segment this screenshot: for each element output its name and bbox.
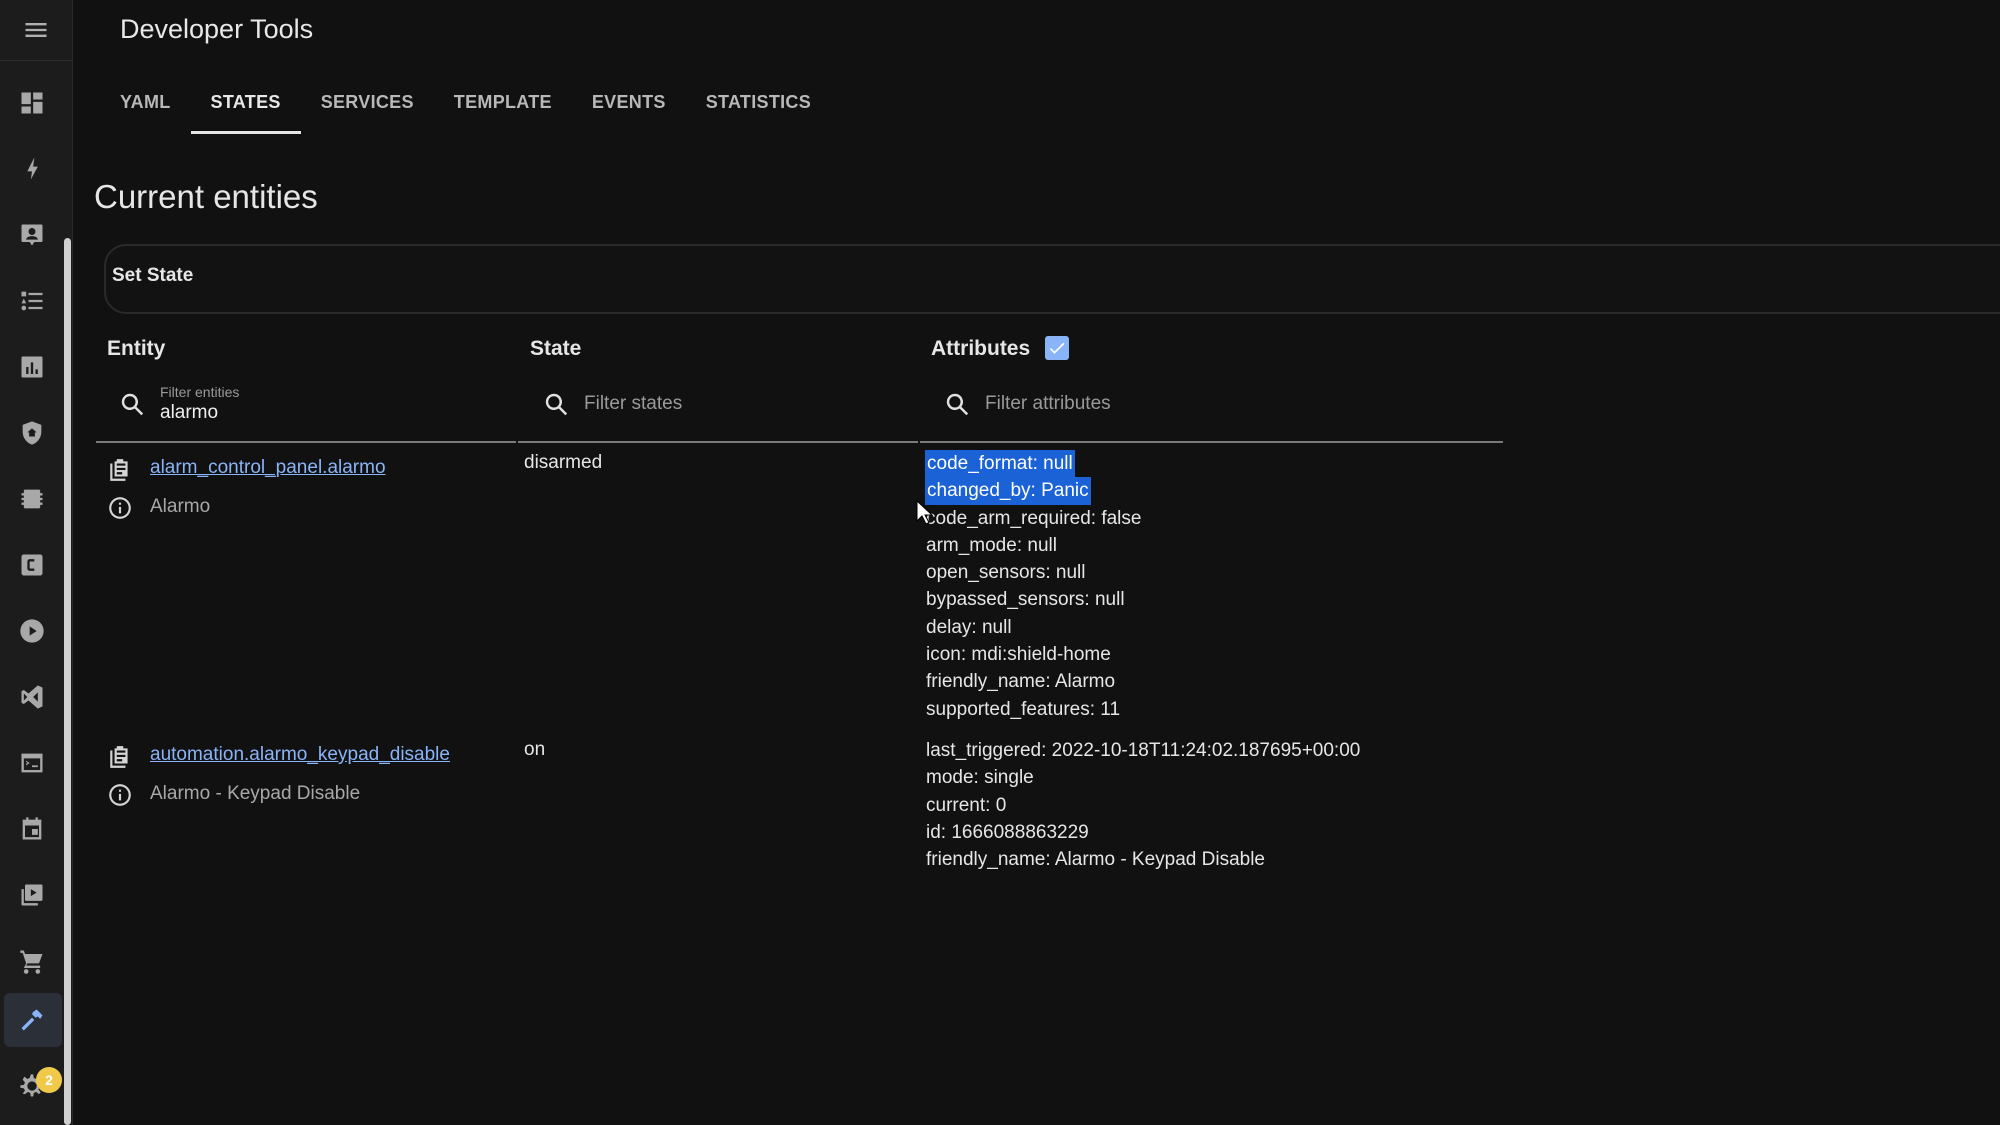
chip-icon: [21, 489, 43, 509]
tab-services[interactable]: SERVICES: [301, 82, 434, 134]
menu-button[interactable]: [0, 0, 72, 61]
list-icon: [21, 291, 43, 311]
sidebar-item-media[interactable]: [12, 611, 52, 651]
sidebar-item-history[interactable]: [12, 347, 52, 387]
attribute-line: code_arm_required: false: [926, 507, 1142, 529]
sidebar-item-terminal[interactable]: [12, 743, 52, 783]
attributes-checkbox[interactable]: [1045, 336, 1069, 360]
terminal-icon: [21, 753, 43, 773]
entity-link[interactable]: automation.alarmo_keypad_disable: [150, 744, 450, 766]
entity-filter-value[interactable]: alarmo: [160, 402, 218, 424]
sidebar-item-calendar[interactable]: [12, 809, 52, 849]
sidebar: 2: [0, 0, 73, 1125]
play-circle-icon: [20, 619, 44, 643]
menu-icon: [25, 23, 47, 37]
tab-statistics[interactable]: STATISTICS: [686, 82, 831, 134]
attribute-line: bypassed_sensors: null: [926, 589, 1125, 611]
attributes-filter-input[interactable]: Filter attributes: [943, 380, 1503, 438]
entity-friendly-name: Alarmo - Keypad Disable: [150, 783, 361, 804]
set-state-label[interactable]: Set State: [112, 265, 193, 287]
calendar-icon: [22, 817, 42, 840]
mouse-cursor-icon: [916, 500, 934, 525]
copy-icon[interactable]: [107, 457, 135, 485]
person-badge-icon: [21, 224, 43, 246]
hammer-icon: [21, 1009, 43, 1031]
attribute-line-selected: changed_by: Panic: [925, 477, 1091, 505]
attribute-line: arm_mode: null: [926, 534, 1057, 556]
sidebar-item-code[interactable]: [12, 545, 52, 585]
c-box-icon: [21, 554, 43, 576]
tab-template[interactable]: TEMPLATE: [434, 82, 572, 134]
attribute-line: open_sensors: null: [926, 562, 1086, 584]
search-icon: [542, 390, 572, 420]
entity-link[interactable]: alarm_control_panel.alarmo: [150, 457, 386, 479]
attribute-line: current: 0: [926, 794, 1007, 816]
attributes-filter-placeholder: Filter attributes: [985, 393, 1111, 414]
attribute-line: friendly_name: Alarmo: [926, 671, 1116, 693]
attribute-line: friendly_name: Alarmo - Keypad Disable: [926, 849, 1266, 871]
entity-attributes: last_triggered: 2022-10-18T11:24:02.1876…: [926, 737, 1360, 873]
entity-state: on: [524, 739, 546, 760]
column-header-entity: Entity: [107, 337, 166, 360]
sidebar-item-overview[interactable]: [12, 83, 52, 123]
history-chart-icon: [21, 356, 43, 378]
attribute-line: id: 1666088863229: [926, 821, 1089, 843]
sidebar-item-map[interactable]: [12, 215, 52, 255]
entity-filter-label: Filter entities: [160, 384, 240, 400]
search-icon: [118, 390, 148, 420]
sidebar-item-esphome[interactable]: [12, 479, 52, 519]
cart-icon: [20, 950, 43, 974]
attribute-line: mode: single: [926, 767, 1034, 789]
info-icon[interactable]: [107, 782, 135, 810]
sidebar-item-shopping-list[interactable]: [12, 941, 52, 981]
tab-events[interactable]: EVENTS: [572, 82, 686, 134]
sidebar-item-alarmo[interactable]: [12, 413, 52, 453]
search-icon: [943, 390, 973, 420]
attribute-line-selected: code_format: null: [925, 450, 1075, 478]
entity-filter-input[interactable]: Filter entities alarmo: [118, 380, 508, 438]
entity-state: disarmed: [524, 452, 603, 473]
section-heading: Current entities: [94, 178, 318, 215]
sidebar-item-energy[interactable]: [12, 149, 52, 189]
attributes-filter-underline: [920, 441, 1503, 443]
entity-attributes: code_format: null changed_by: Panic code…: [925, 450, 1142, 723]
entity-filter-underline: [96, 441, 516, 443]
sidebar-item-studio-code[interactable]: [12, 677, 52, 717]
state-filter-underline: [518, 441, 918, 443]
copy-icon[interactable]: [107, 744, 135, 772]
vscode-icon: [21, 685, 43, 709]
dashboard-icon: [21, 92, 43, 114]
attribute-line: icon: mdi:shield-home: [926, 644, 1111, 666]
attribute-line: last_triggered: 2022-10-18T11:24:02.1876…: [926, 740, 1361, 761]
sidebar-item-logbook[interactable]: [12, 281, 52, 321]
sidebar-scrollbar[interactable]: [64, 238, 71, 1125]
entity-friendly-name: Alarmo: [150, 496, 211, 517]
energy-icon: [27, 157, 38, 180]
tab-bar: YAML STATES SERVICES TEMPLATE EVENTS STA…: [100, 82, 831, 136]
tab-states[interactable]: STATES: [190, 82, 301, 134]
tab-yaml[interactable]: YAML: [100, 82, 191, 134]
shield-home-icon: [22, 421, 42, 445]
attribute-line: delay: null: [926, 616, 1012, 638]
page-title: Developer Tools: [120, 14, 314, 44]
state-filter-placeholder: Filter states: [584, 393, 683, 414]
sidebar-item-developer-tools[interactable]: [12, 1000, 52, 1040]
check-icon: [1049, 342, 1065, 354]
sidebar-item-media-browser[interactable]: [12, 875, 52, 915]
media-icon: [21, 884, 43, 906]
info-icon[interactable]: [107, 495, 135, 523]
state-filter-input[interactable]: Filter states: [542, 380, 912, 438]
attribute-line: supported_features: 11: [926, 698, 1121, 720]
set-state-card[interactable]: [104, 244, 2000, 314]
notification-badge: 2: [36, 1067, 62, 1093]
column-header-state: State: [530, 337, 582, 360]
column-header-attributes: Attributes: [931, 337, 1031, 360]
